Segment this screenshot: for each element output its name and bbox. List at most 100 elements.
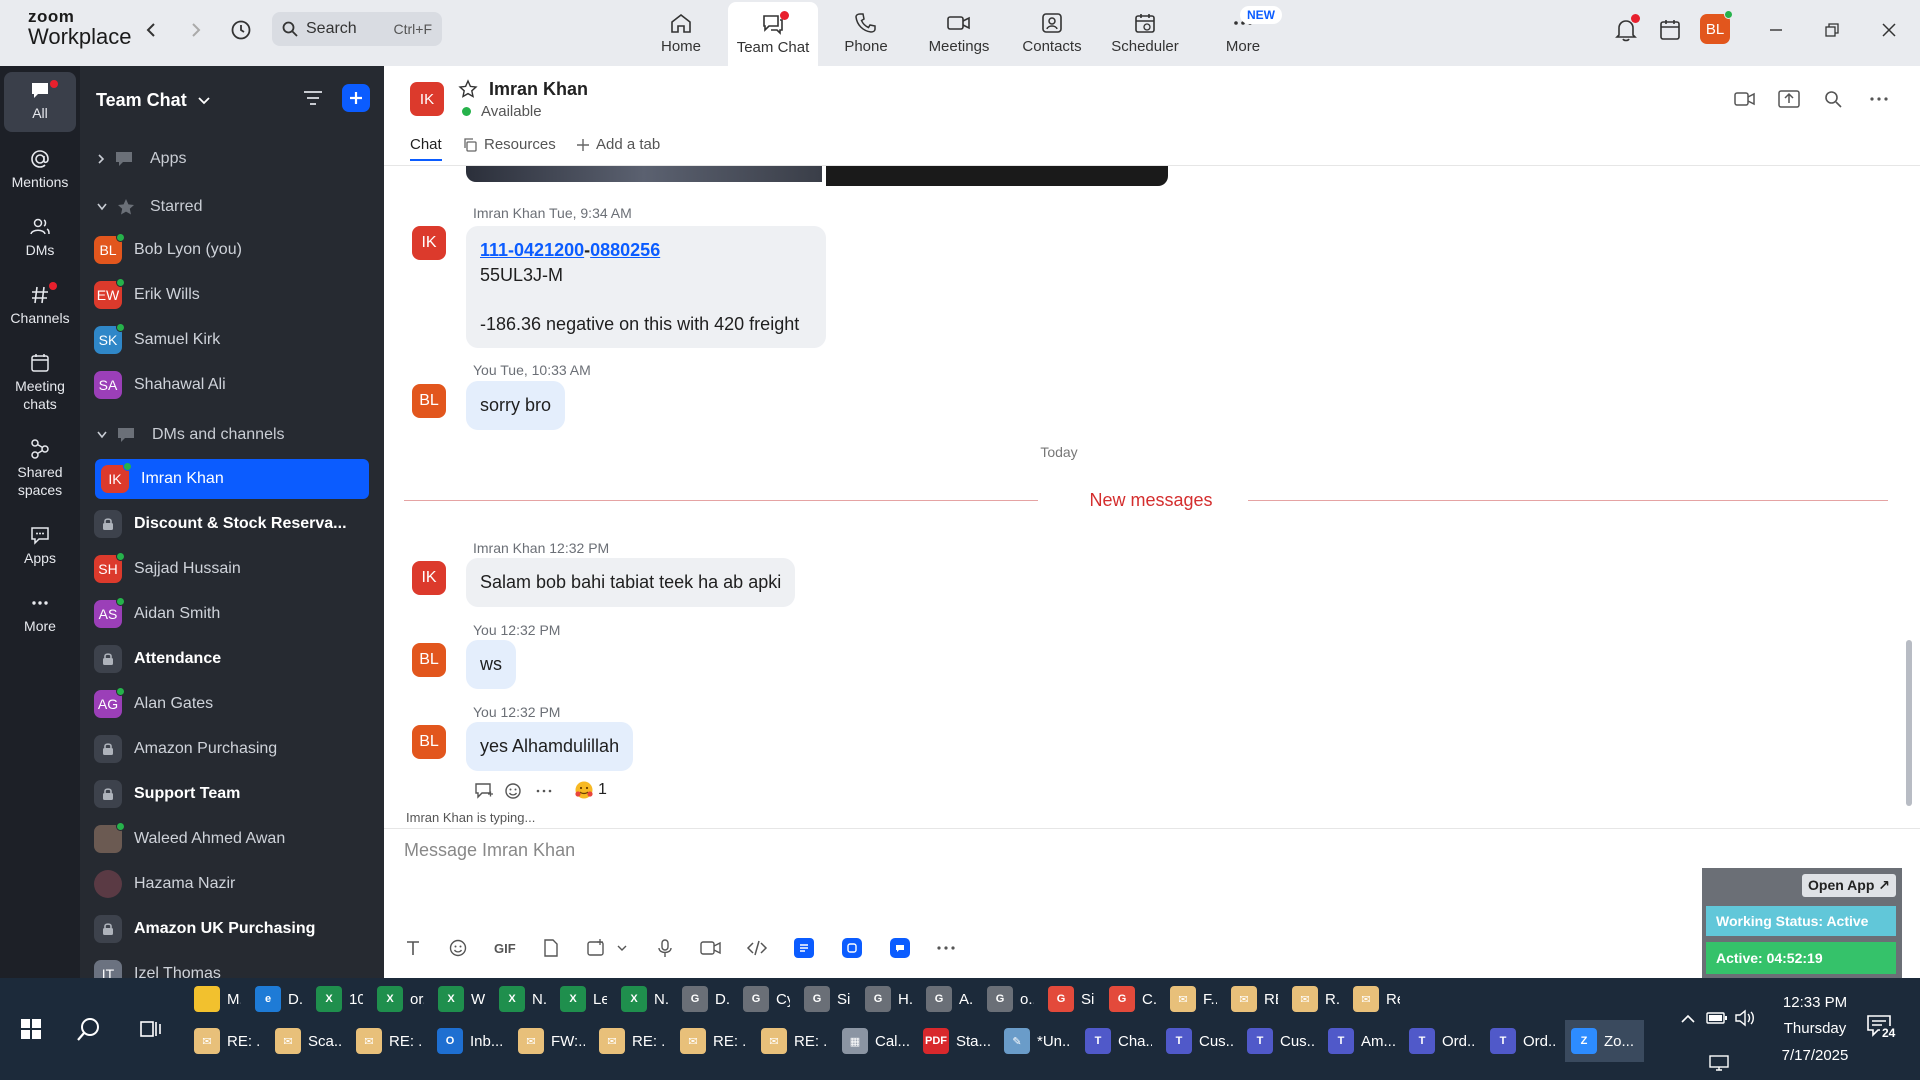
taskbar-app-bottom-4[interactable]: ✉ FW:... [512, 1020, 591, 1062]
calendar-widget-icon[interactable] [1654, 14, 1686, 46]
taskbar-app-bottom-13[interactable]: T Cus... [1241, 1020, 1320, 1062]
restore-window-icon[interactable] [1816, 14, 1848, 46]
channel-item-amazon-purchasing[interactable]: Amazon Purchasing [94, 729, 368, 769]
starred-item-shahawal-ali[interactable]: SA Shahawal Ali [94, 365, 368, 405]
volume-icon[interactable] [1734, 1009, 1756, 1027]
taskbar-app-top-13[interactable]: Go... [981, 978, 1040, 1020]
dm-item-aidan-smith[interactable]: AS Aidan Smith [94, 594, 368, 634]
docs-app-icon[interactable] [793, 938, 814, 958]
rail-item-mentions[interactable]: Mentions [4, 148, 76, 191]
taskbar-app-top-19[interactable]: ✉ Re... [1347, 978, 1406, 1020]
windows-search-icon[interactable] [76, 1016, 102, 1042]
tray-chevron-up-icon[interactable] [1680, 1014, 1696, 1024]
taskbar-app-top-1[interactable]: e D... [249, 978, 308, 1020]
network-icon[interactable] [1708, 1054, 1730, 1072]
rail-item-all[interactable]: All [4, 72, 76, 132]
reply-icon[interactable] [474, 782, 494, 800]
taskbar-app-bottom-5[interactable]: ✉ RE: ... [593, 1020, 672, 1062]
notification-bell-icon[interactable] [1610, 14, 1642, 46]
taskbar-app-bottom-15[interactable]: T Ord... [1403, 1020, 1482, 1062]
chevron-down-icon[interactable] [616, 943, 628, 953]
message-avatar[interactable]: BL [412, 725, 446, 759]
minimize-icon[interactable] [1760, 14, 1792, 46]
section-starred[interactable]: Starred [96, 192, 202, 222]
section-apps[interactable]: Apps [96, 144, 186, 174]
dm-item-waleed-ahmed-awan[interactable]: Waleed Ahmed Awan [94, 819, 368, 859]
shared-image-preview-2[interactable] [826, 166, 1168, 186]
system-clock[interactable]: 12:33 PM Thursday 7/17/2025 [1770, 990, 1860, 1069]
message-avatar[interactable]: IK [412, 561, 446, 595]
sidebar-title[interactable]: Team Chat [96, 90, 211, 111]
rail-item-channels[interactable]: Channels [4, 282, 76, 327]
windows-start-icon[interactable] [20, 1018, 42, 1040]
taskbar-app-top-18[interactable]: ✉ R... [1286, 978, 1345, 1020]
order-link[interactable]: 0880256 [590, 240, 660, 260]
reaction-chip[interactable]: 1 [574, 780, 607, 800]
new-chat-button[interactable] [342, 84, 370, 112]
more-actions-icon[interactable] [535, 782, 553, 800]
channel-item-attendance[interactable]: Attendance [94, 639, 368, 679]
search-icon[interactable] [1824, 90, 1842, 108]
tab-team-chat[interactable]: Team Chat [728, 2, 818, 66]
dm-item-alan-gates[interactable]: AG Alan Gates [94, 684, 368, 724]
tab-scheduler[interactable]: Scheduler [1100, 0, 1190, 66]
taskbar-app-bottom-17[interactable]: Z Zo... [1565, 1020, 1644, 1062]
taskbar-app-bottom-1[interactable]: ✉ Sca... [269, 1020, 348, 1062]
taskbar-app-bottom-2[interactable]: ✉ RE: ... [350, 1020, 429, 1062]
taskbar-app-bottom-0[interactable]: ✉ RE: ... [188, 1020, 267, 1062]
microphone-icon[interactable] [656, 938, 674, 958]
emoji-icon[interactable] [448, 938, 468, 958]
taskbar-app-top-4[interactable]: X W... [432, 978, 491, 1020]
dm-item-imran-khan[interactable]: IK Imran Khan [95, 459, 369, 499]
close-window-icon[interactable] [1873, 14, 1905, 46]
taskbar-app-bottom-9[interactable]: PDF Sta... [917, 1020, 996, 1062]
gif-button[interactable]: GIF [494, 941, 516, 956]
message-bubble[interactable]: Salam bob bahi tabiat teek ha ab apki [466, 558, 796, 607]
taskbar-app-bottom-14[interactable]: T Am... [1322, 1020, 1401, 1062]
taskbar-app-top-12[interactable]: G A... [920, 978, 979, 1020]
shared-image-preview[interactable] [466, 166, 822, 182]
taskbar-app-bottom-12[interactable]: T Cus... [1160, 1020, 1239, 1062]
notification-center[interactable]: 24 [1866, 1014, 1898, 1043]
starred-item-samuel-kirk[interactable]: SK Samuel Kirk [94, 320, 368, 360]
tab-resources[interactable]: Resources [462, 136, 556, 153]
taskbar-app-top-16[interactable]: ✉ F... [1164, 978, 1223, 1020]
add-reaction-icon[interactable] [504, 781, 524, 801]
taskbar-app-top-10[interactable]: G Si... [798, 978, 857, 1020]
screenshot-icon[interactable] [586, 938, 606, 958]
user-avatar[interactable]: BL [1700, 10, 1733, 44]
message-input[interactable]: Message Imran Khan [404, 840, 1464, 880]
taskbar-app-top-6[interactable]: X Le... [554, 978, 613, 1020]
taskbar-app-top-0[interactable]: M... [188, 978, 247, 1020]
taskbar-app-top-15[interactable]: G C... [1103, 978, 1162, 1020]
filter-icon[interactable] [302, 88, 324, 113]
rail-item-dms[interactable]: DMs [4, 216, 76, 259]
rail-item-more[interactable]: More [4, 592, 76, 635]
rail-item-meeting-chats[interactable]: Meeting chats [4, 352, 76, 413]
share-screen-icon[interactable] [1778, 90, 1800, 108]
starred-item-erik-wills[interactable]: EW Erik Wills [94, 275, 368, 315]
taskbar-app-top-5[interactable]: X N... [493, 978, 552, 1020]
history-clock-icon[interactable] [225, 14, 257, 46]
channel-item-support-team[interactable]: Support Team [94, 774, 368, 814]
taskbar-app-bottom-7[interactable]: ✉ RE: ... [755, 1020, 834, 1062]
taskbar-app-bottom-8[interactable]: ▦ Cal... [836, 1020, 915, 1062]
more-options-icon[interactable] [936, 941, 956, 955]
battery-icon[interactable] [1706, 1010, 1728, 1026]
dm-item-hazama-nazir[interactable]: Hazama Nazir [94, 864, 368, 904]
dm-item-sajjad-hussain[interactable]: SH Sajjad Hussain [94, 549, 368, 589]
task-view-icon[interactable] [140, 1018, 162, 1040]
tab-more[interactable]: More NEW [1198, 0, 1288, 66]
video-call-icon[interactable] [1734, 90, 1756, 108]
message-avatar[interactable]: BL [412, 643, 446, 677]
taskbar-app-top-11[interactable]: G H... [859, 978, 918, 1020]
message-bubble[interactable]: 111-0421200-0880256 55UL3J-M -186.36 neg… [466, 226, 826, 349]
whiteboard-app-icon[interactable] [841, 938, 862, 958]
taskbar-app-bottom-11[interactable]: T Cha... [1079, 1020, 1158, 1062]
open-app-button[interactable]: Open App ↗ [1802, 874, 1896, 897]
taskbar-app-top-17[interactable]: ✉ RE... [1225, 978, 1284, 1020]
code-snippet-icon[interactable] [746, 940, 768, 956]
search-input[interactable]: Search Ctrl+F [272, 12, 442, 46]
tab-home[interactable]: Home [636, 0, 726, 66]
tab-phone[interactable]: Phone [821, 0, 911, 66]
